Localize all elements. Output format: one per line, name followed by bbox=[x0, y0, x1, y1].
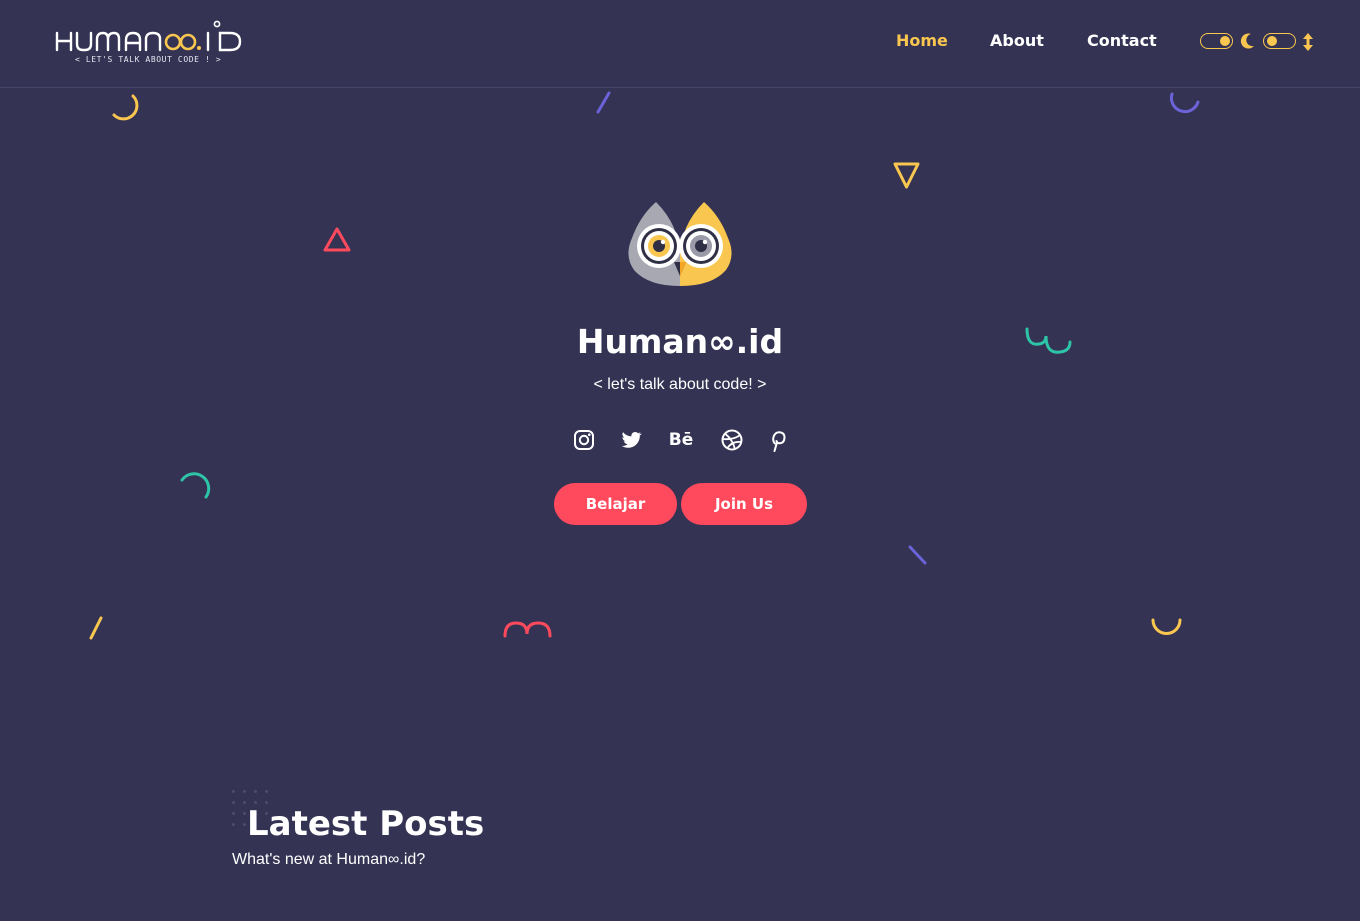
main-nav: Home About Contact bbox=[0, 31, 1360, 55]
behance-icon[interactable]: Bē bbox=[666, 428, 696, 452]
theme-toggle-switch[interactable] bbox=[1200, 33, 1233, 49]
instagram-icon[interactable] bbox=[572, 428, 596, 452]
toggle-knob bbox=[1267, 36, 1277, 46]
logo-tagline: < let's talk about code ! > bbox=[75, 55, 222, 64]
latest-posts-subtitle: What's new at Human∞.id? bbox=[232, 851, 426, 868]
moon-icon[interactable] bbox=[1240, 32, 1256, 50]
twitter-icon[interactable] bbox=[619, 428, 643, 452]
nav-item-about[interactable]: About bbox=[990, 31, 1044, 50]
hero-title: Human∞.id bbox=[576, 322, 784, 361]
decorative-line-shape bbox=[89, 616, 103, 640]
decorative-wave-shape bbox=[503, 621, 552, 638]
decorative-line-shape bbox=[596, 91, 611, 114]
header-toggles bbox=[1199, 31, 1317, 53]
nav-item-home[interactable]: Home bbox=[896, 31, 948, 50]
pinterest-icon[interactable] bbox=[766, 428, 790, 452]
social-links: Bē bbox=[0, 428, 1360, 454]
scroll-toggle-switch[interactable] bbox=[1263, 33, 1296, 49]
hero-tagline: < let's talk about code! > bbox=[593, 376, 767, 393]
decorative-arc-shape bbox=[112, 94, 139, 121]
decorative-arc-shape bbox=[180, 472, 211, 499]
owl-mascot-icon bbox=[628, 202, 732, 286]
decorative-triangle-shape bbox=[893, 162, 920, 189]
decorative-line-shape bbox=[908, 545, 927, 565]
dribbble-icon[interactable] bbox=[720, 428, 744, 452]
latest-posts-title: Latest Posts bbox=[247, 804, 485, 844]
decorative-arc-shape bbox=[1169, 92, 1200, 114]
decorative-triangle-shape bbox=[323, 227, 351, 252]
join-us-button[interactable]: Join Us bbox=[681, 483, 807, 525]
nav-item-contact[interactable]: Contact bbox=[1087, 31, 1157, 50]
site-header: < let's talk about code ! > Home About C… bbox=[0, 0, 1360, 88]
toggle-knob bbox=[1220, 36, 1230, 46]
decorative-arc-shape bbox=[1151, 618, 1182, 635]
belajar-button[interactable]: Belajar bbox=[554, 483, 677, 525]
up-down-arrow-icon[interactable] bbox=[1302, 32, 1314, 52]
